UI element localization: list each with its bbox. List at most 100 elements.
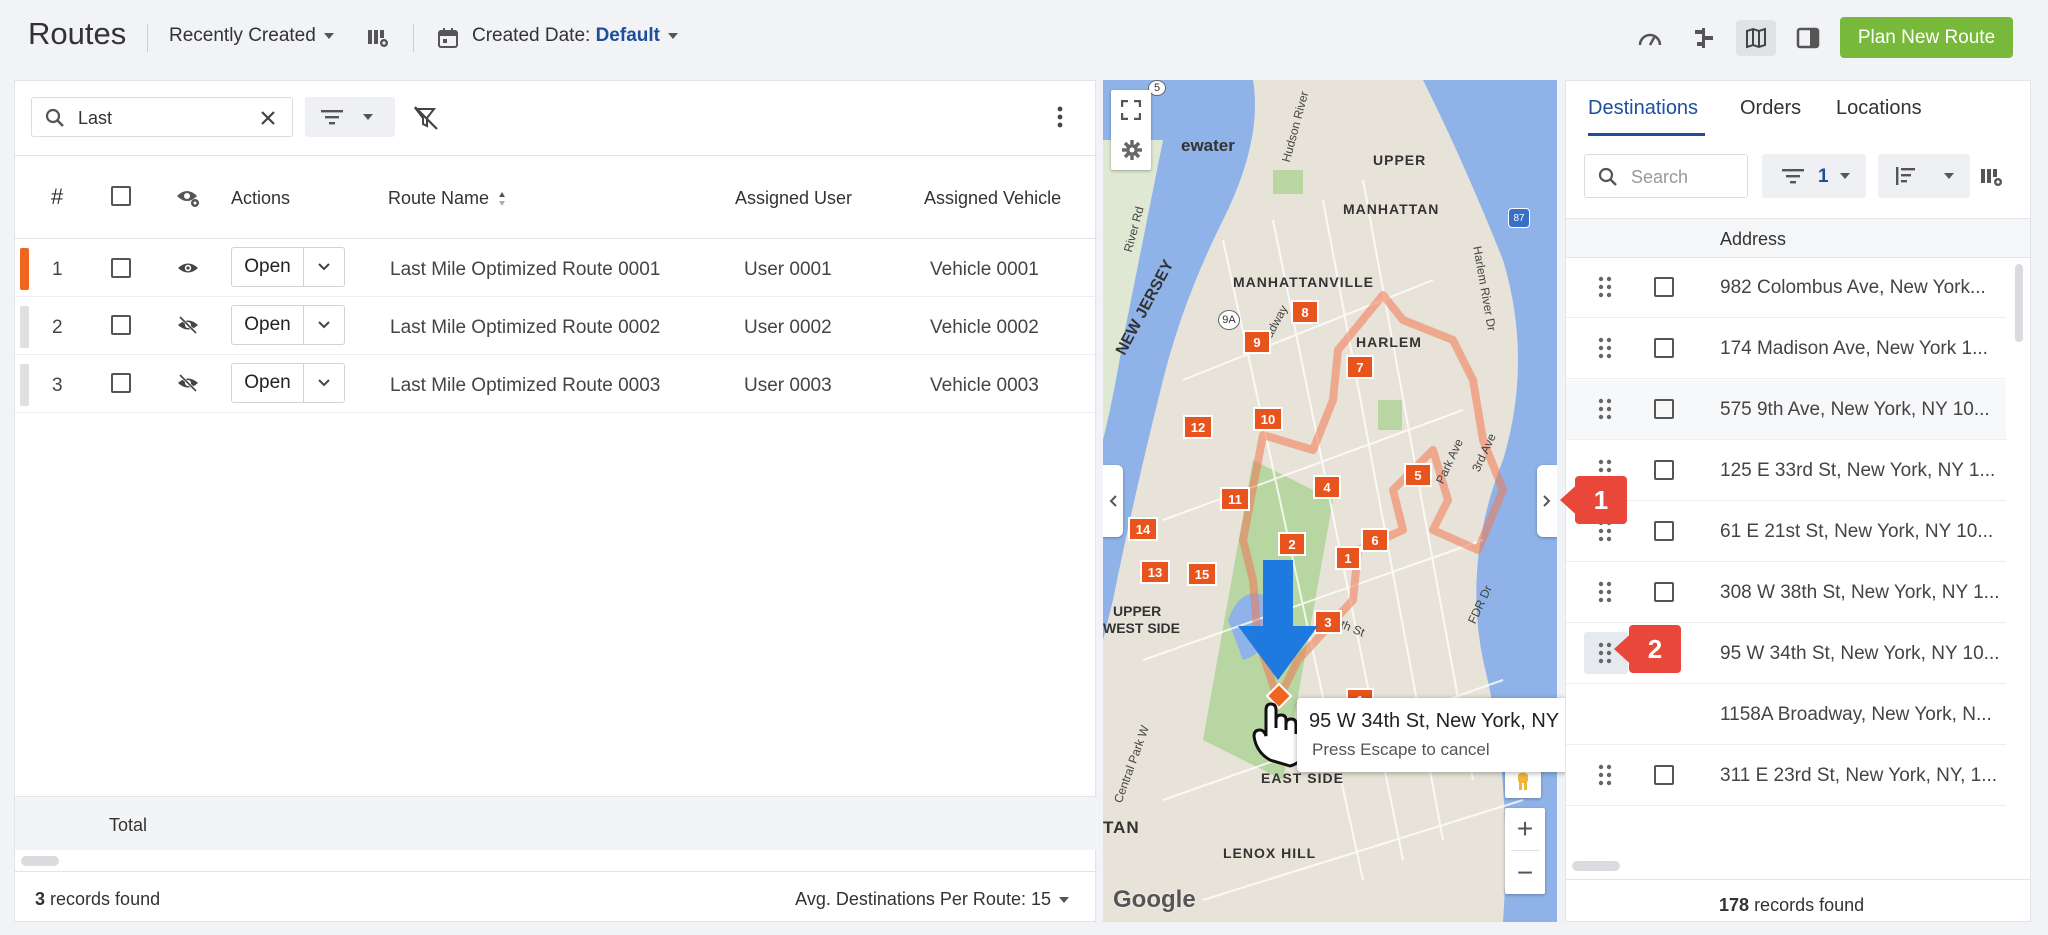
list-item[interactable]: 575 9th Ave, New York, NY 10... bbox=[1566, 380, 2006, 440]
columns-settings-icon[interactable] bbox=[1979, 165, 2005, 189]
gear-icon[interactable] bbox=[1121, 139, 1143, 161]
list-item[interactable]: 125 E 33rd St, New York, NY 1... bbox=[1566, 441, 2006, 501]
route-name[interactable]: Last Mile Optimized Route 0001 bbox=[390, 259, 660, 281]
open-route-button[interactable]: Open bbox=[232, 306, 304, 344]
list-item[interactable]: 982 Colombus Ave, New York... bbox=[1566, 258, 2006, 318]
stop-marker-7[interactable]: 7 bbox=[1346, 355, 1374, 379]
records-count: 3 records found bbox=[35, 889, 160, 910]
destination-address: 1158A Broadway, New York, N... bbox=[1720, 704, 1992, 725]
records-suffix: records found bbox=[1754, 895, 1865, 915]
row-checkbox[interactable] bbox=[1654, 399, 1674, 419]
search-icon bbox=[1598, 167, 1617, 186]
row-checkbox[interactable] bbox=[111, 373, 131, 393]
route-name[interactable]: Last Mile Optimized Route 0003 bbox=[390, 375, 660, 397]
open-options-dropdown[interactable] bbox=[304, 306, 344, 344]
horizontal-scrollbar[interactable] bbox=[21, 856, 59, 866]
drag-handle-icon[interactable] bbox=[1598, 764, 1612, 786]
row-checkbox[interactable] bbox=[111, 258, 131, 278]
destination-address: 575 9th Ave, New York, NY 10... bbox=[1720, 399, 1990, 420]
speedometer-icon[interactable] bbox=[1636, 24, 1664, 52]
eye-icon[interactable] bbox=[177, 260, 199, 276]
row-checkbox[interactable] bbox=[1654, 765, 1674, 785]
eye-off-icon[interactable] bbox=[177, 315, 199, 335]
stop-marker[interactable]: 1 bbox=[1335, 546, 1361, 570]
chevron-down-icon bbox=[1944, 173, 1954, 179]
list-item[interactable]: 61 E 21st St, New York, NY 10... bbox=[1566, 502, 2006, 562]
tab-destinations[interactable]: Destinations bbox=[1588, 97, 1698, 120]
clear-search-icon[interactable] bbox=[259, 109, 277, 127]
destination-search-input[interactable]: Search bbox=[1584, 154, 1748, 198]
tab-orders[interactable]: Orders bbox=[1740, 97, 1801, 120]
open-options-dropdown[interactable] bbox=[304, 248, 344, 286]
table-row[interactable]: 2 Open Last Mile Optimized Route 0002 Us… bbox=[15, 297, 1097, 355]
eye-off-icon[interactable] bbox=[177, 373, 199, 393]
list-item[interactable]: 311 E 23rd St, New York, NY, 1... bbox=[1566, 746, 2006, 806]
destination-address: 311 E 23rd St, New York, NY, 1... bbox=[1720, 765, 1998, 786]
active-tab-indicator bbox=[1588, 133, 1705, 136]
zoom-out-button[interactable]: − bbox=[1505, 852, 1545, 894]
fullscreen-icon[interactable] bbox=[1121, 100, 1141, 120]
stop-marker-12[interactable]: 12 bbox=[1183, 415, 1213, 439]
route-name-header-label: Route Name bbox=[388, 188, 490, 208]
table-row[interactable]: 1 Open Last Mile Optimized Route 0001 Us… bbox=[15, 239, 1097, 297]
open-route-button[interactable]: Open bbox=[232, 364, 304, 402]
row-checkbox[interactable] bbox=[1654, 338, 1674, 358]
stop-marker-10[interactable]: 10 bbox=[1253, 407, 1283, 431]
more-options-icon[interactable] bbox=[1056, 105, 1064, 129]
row-checkbox[interactable] bbox=[1654, 521, 1674, 541]
row-checkbox[interactable] bbox=[111, 315, 131, 335]
vertical-scrollbar[interactable] bbox=[2015, 264, 2023, 342]
stop-marker-9[interactable]: 9 bbox=[1243, 330, 1271, 354]
stop-marker-2[interactable]: 2 bbox=[1278, 532, 1306, 556]
collapse-left-panel-button[interactable] bbox=[1103, 465, 1123, 537]
stop-marker-4[interactable]: 4 bbox=[1313, 475, 1341, 499]
table-footer: 3 records found Avg. Destinations Per Ro… bbox=[15, 871, 1097, 923]
plan-new-route-button[interactable]: Plan New Route bbox=[1840, 17, 2013, 58]
chevron-left-icon bbox=[1109, 495, 1117, 507]
zoom-in-button[interactable]: + bbox=[1505, 808, 1545, 850]
drag-handle-icon[interactable] bbox=[1598, 581, 1612, 603]
row-checkbox[interactable] bbox=[1654, 277, 1674, 297]
drag-handle-icon[interactable] bbox=[1598, 337, 1612, 359]
tab-locations[interactable]: Locations bbox=[1836, 97, 1922, 120]
stop-marker-8[interactable]: 8 bbox=[1291, 300, 1319, 324]
sort-list-icon bbox=[1896, 167, 1915, 185]
visibility-settings-icon[interactable] bbox=[176, 186, 200, 208]
stop-marker-3[interactable]: 3 bbox=[1314, 610, 1342, 634]
columns-settings-icon[interactable] bbox=[364, 24, 392, 52]
list-item[interactable]: 308 W 38th St, New York, NY 1... bbox=[1566, 563, 2006, 623]
side-panel-icon[interactable] bbox=[1794, 24, 1822, 52]
table-row[interactable]: 3 Open Last Mile Optimized Route 0003 Us… bbox=[15, 355, 1097, 413]
date-filter-dropdown[interactable]: Created Date: Default bbox=[472, 25, 678, 47]
list-item[interactable]: 1158A Broadway, New York, N... bbox=[1566, 685, 2006, 745]
clear-filter-icon[interactable] bbox=[413, 105, 439, 131]
filter-dropdown-button[interactable] bbox=[305, 97, 395, 137]
stop-marker-15[interactable]: 15 bbox=[1187, 562, 1217, 586]
destination-filter-button[interactable]: 1 bbox=[1762, 154, 1866, 198]
collapse-right-panel-button[interactable] bbox=[1537, 465, 1557, 537]
column-header-route-name[interactable]: Route Name bbox=[388, 188, 506, 209]
stop-marker-14[interactable]: 14 bbox=[1128, 517, 1158, 541]
sort-order-button[interactable] bbox=[1878, 154, 1970, 198]
route-search-input[interactable]: Last bbox=[31, 97, 293, 137]
stop-marker-11[interactable]: 11 bbox=[1220, 487, 1250, 511]
stop-marker-6[interactable]: 6 bbox=[1361, 528, 1389, 552]
sort-dropdown[interactable]: Recently Created bbox=[169, 25, 334, 47]
stop-marker-5[interactable]: 5 bbox=[1404, 463, 1432, 487]
open-options-dropdown[interactable] bbox=[304, 364, 344, 402]
route-shield: 9A bbox=[1218, 310, 1240, 330]
horizontal-scrollbar[interactable] bbox=[1572, 861, 1620, 871]
drag-handle-icon[interactable] bbox=[1598, 276, 1612, 298]
drag-handle-icon[interactable] bbox=[1598, 398, 1612, 420]
row-checkbox[interactable] bbox=[1654, 460, 1674, 480]
gantt-view-icon[interactable] bbox=[1690, 24, 1718, 52]
map-view-icon[interactable] bbox=[1736, 20, 1776, 56]
stop-marker-13[interactable]: 13 bbox=[1140, 560, 1170, 584]
avg-destinations-dropdown[interactable]: Avg. Destinations Per Route: 15 bbox=[795, 889, 1069, 910]
route-name[interactable]: Last Mile Optimized Route 0002 bbox=[390, 317, 660, 339]
route-map[interactable]: ewater UPPER MANHATTAN MANHATTANVILLE HA… bbox=[1103, 80, 1557, 922]
row-checkbox[interactable] bbox=[1654, 582, 1674, 602]
list-item[interactable]: 174 Madison Ave, New York 1... bbox=[1566, 319, 2006, 379]
select-all-checkbox[interactable] bbox=[111, 186, 131, 206]
open-route-button[interactable]: Open bbox=[232, 248, 304, 286]
